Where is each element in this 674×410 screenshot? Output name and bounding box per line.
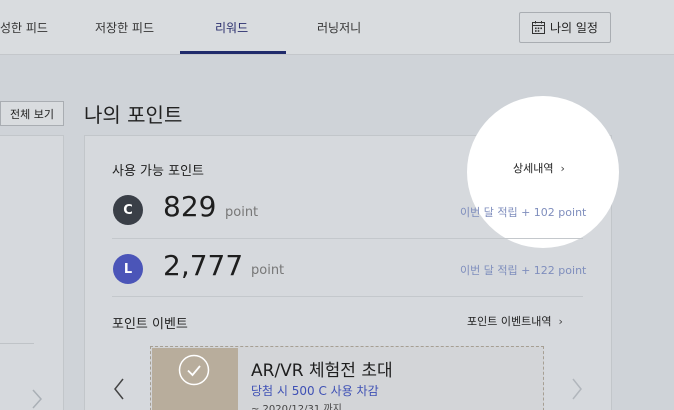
points-c-earned: 이번 달 적립 + 102 point [460, 206, 587, 219]
divider [112, 296, 583, 297]
chevron-right-icon: › [558, 315, 563, 328]
page-title: 나의 포인트 [84, 103, 183, 127]
point-events-detail-label: 포인트 이벤트내역 [467, 315, 552, 328]
tab-saved-feed[interactable]: 저장한 피드 [95, 19, 154, 36]
point-events-heading: 포인트 이벤트 [112, 317, 188, 332]
coupon-title: AR/VR 체험전 초대 [251, 361, 393, 381]
chevron-right-icon[interactable] [30, 388, 44, 410]
coupon-subtitle: 당첨 시 500 C 사용 차감 [251, 384, 379, 398]
coin-l-badge: L [113, 254, 143, 284]
points-c-unit: point [225, 205, 259, 220]
chevron-right-icon: › [560, 162, 565, 175]
tab-my-feed[interactable]: 성한 피드 [0, 19, 48, 36]
points-detail-label: 상세내역 [513, 162, 554, 175]
available-points-heading: 사용 가능 포인트 [112, 164, 204, 179]
divider [112, 238, 583, 239]
coupon-date: ~ 2020/12/31 까지 [251, 404, 342, 410]
carousel-prev-icon[interactable] [112, 377, 126, 401]
points-l-earned: 이번 달 적립 + 122 point [460, 264, 587, 277]
check-circle-icon [178, 354, 210, 386]
coin-c-badge: C [113, 195, 143, 225]
calendar-icon [532, 21, 545, 34]
left-panel [0, 135, 64, 410]
points-c-value: 829 [163, 190, 217, 223]
points-detail-link[interactable]: 상세내역 › [513, 160, 565, 176]
left-panel-divider [0, 343, 34, 344]
my-schedule-button[interactable]: 나의 일정 [519, 12, 611, 43]
points-l-value: 2,777 [163, 249, 244, 282]
tab-reward[interactable]: 리워드 [215, 19, 248, 36]
point-events-detail-link[interactable]: 포인트 이벤트내역 › [467, 313, 563, 329]
points-l-unit: point [251, 263, 285, 278]
view-all-button[interactable]: 전체 보기 [0, 101, 64, 126]
carousel-next-icon[interactable] [570, 377, 584, 401]
tab-learning-journey[interactable]: 러닝저니 [317, 19, 361, 36]
active-tab-indicator [180, 51, 286, 54]
my-schedule-label: 나의 일정 [550, 21, 598, 35]
